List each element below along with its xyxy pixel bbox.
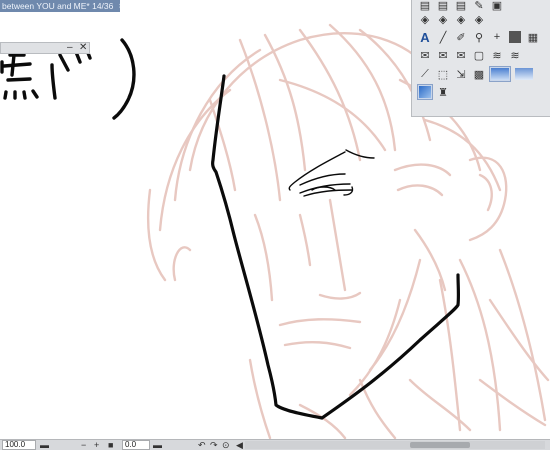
operation-icon[interactable]: ⇲ (453, 66, 469, 82)
crosshair-icon[interactable]: + (489, 29, 505, 45)
pen-tool-icon[interactable]: ╱ (435, 29, 451, 45)
document-tab[interactable]: between YOU and ME* 14/36 ✱ (0, 0, 120, 12)
stamp-icon[interactable]: ♜ (435, 84, 451, 100)
ruler-icon[interactable]: ≋ (489, 47, 505, 63)
zoom-field[interactable]: 100.0 (2, 440, 36, 450)
speech-balloon-icon[interactable]: ✉ (417, 47, 433, 63)
close-icon[interactable]: ✕ (79, 42, 87, 54)
gradient-blue-icon[interactable] (513, 66, 535, 82)
ink-layer (0, 38, 461, 420)
text-tool-icon[interactable]: A (417, 29, 433, 45)
eyedropper-icon[interactable]: ⚲ (471, 29, 487, 45)
status-bar: 100.0 ▬ − + ■ 0.0 ▬ ↶ ↷ ⊙ ◀ (0, 439, 550, 450)
rotation-slider-icon[interactable]: ▬ (153, 440, 162, 450)
fill-icon[interactable] (507, 29, 523, 45)
frame-icon[interactable]: ▢ (471, 47, 487, 63)
rotate-left-icon[interactable]: ↶ (198, 440, 206, 450)
select-icon[interactable]: ⬚ (435, 66, 451, 82)
speech-balloon-icon[interactable]: ✉ (453, 47, 469, 63)
minimize-icon[interactable]: – (67, 42, 73, 54)
horizontal-scrollbar[interactable] (245, 441, 545, 449)
flip-icon[interactable]: ◀ (236, 440, 243, 450)
layer-color-icon[interactable] (417, 84, 433, 100)
document-tab-title: between YOU and ME* 14/36 (2, 1, 114, 11)
reset-rotation-icon[interactable]: ⊙ (222, 440, 230, 450)
scrollbar-thumb[interactable] (410, 442, 470, 448)
tool-palette: ▤ ▤ ▤ ✎ ▣ ◈ ◈ ◈ ◈ A ╱ ✐ ⚲ + ▦ ✉ ✉ ✉ ▢ ≋ … (411, 0, 550, 117)
rotate-right-icon[interactable]: ↷ (210, 440, 218, 450)
rotation-field[interactable]: 0.0 (122, 440, 150, 450)
line-tool-icon[interactable]: ⟋ (417, 66, 433, 82)
palette-row-2: ◈ ◈ ◈ ◈ (417, 11, 487, 29)
speech-balloon-icon[interactable]: ✉ (435, 47, 451, 63)
zoom-out-icon[interactable]: − (81, 440, 86, 450)
layer-stack-icon[interactable]: ◈ (435, 11, 451, 27)
layer-stack-icon[interactable]: ◈ (417, 11, 433, 27)
layer-stack-icon[interactable]: ◈ (471, 11, 487, 27)
zoom-in-icon[interactable]: + (94, 440, 99, 450)
palette-row-4: ✉ ✉ ✉ ▢ ≋ ≋ (417, 47, 523, 65)
fit-view-icon[interactable]: ■ (108, 440, 113, 450)
gradient-blue-icon[interactable] (489, 66, 511, 82)
palette-row-3: A ╱ ✐ ⚲ + ▦ (417, 29, 541, 47)
ruler-icon[interactable]: ≋ (507, 47, 523, 63)
effect-icon[interactable]: ▩ (471, 66, 487, 82)
zoom-slider-icon[interactable]: ▬ (40, 440, 49, 450)
floating-window-titlebar[interactable]: – ✕ (0, 42, 90, 54)
tab-close-icon[interactable]: ✱ (119, 0, 120, 12)
pencil-tool-icon[interactable]: ✐ (453, 29, 469, 45)
layer-stack-icon[interactable]: ◈ (453, 11, 469, 27)
pattern-icon[interactable]: ▦ (525, 29, 541, 45)
palette-row-5: ⟋ ⬚ ⇲ ▩ (417, 66, 535, 84)
palette-row-6: ♜ (417, 84, 451, 102)
text-icon[interactable]: ▣ (489, 0, 505, 13)
